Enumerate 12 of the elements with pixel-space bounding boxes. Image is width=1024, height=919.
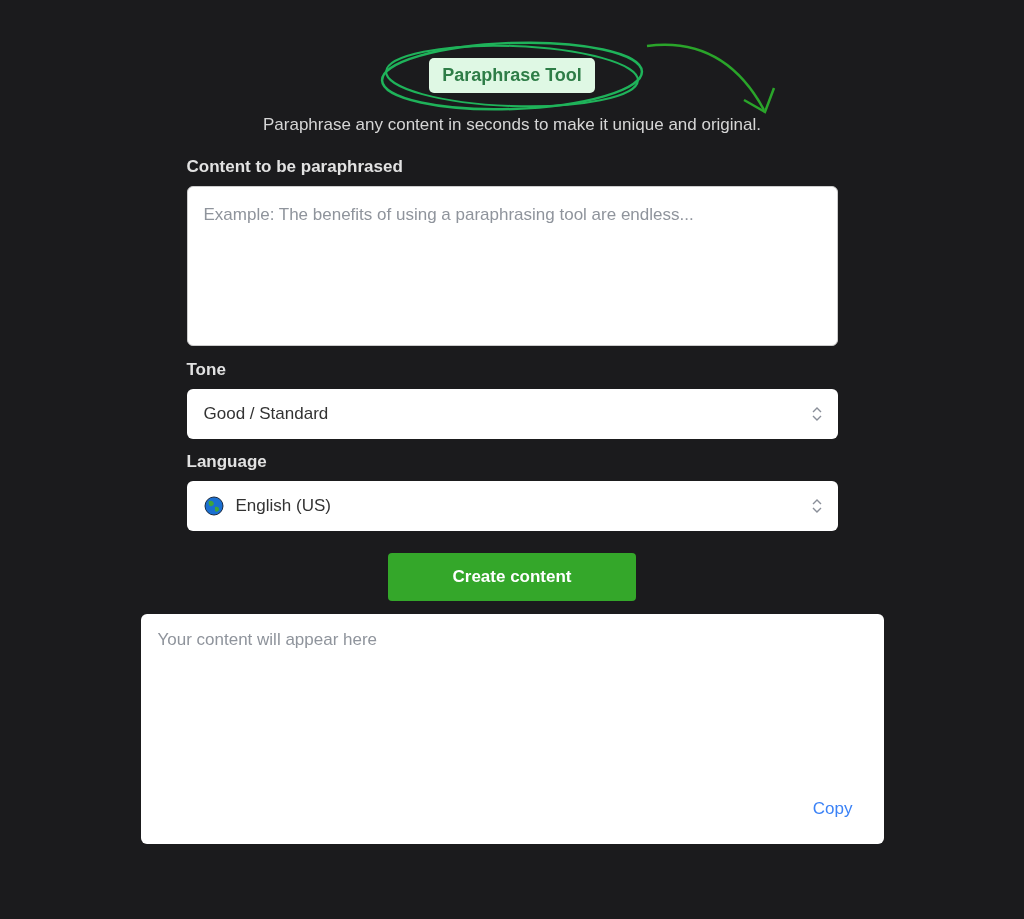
copy-link[interactable]: Copy	[812, 799, 853, 819]
content-input-field[interactable]: Example: The benefits of using a paraphrasing tool are endless...	[186, 186, 838, 346]
field-label: Tone	[186, 360, 227, 380]
chevron-up-down-icon	[811, 498, 822, 514]
subtitle: Paraphrase any content in seconds to make it unique and original.	[262, 115, 761, 135]
language-select[interactable]: English (US)	[186, 481, 838, 531]
tone-select[interactable]: Good / Standard	[186, 389, 838, 439]
tool-badge: Paraphrase Tool	[429, 58, 595, 93]
field-label: Language	[186, 452, 268, 472]
globe-icon	[203, 496, 224, 516]
field-label: Content to be paraphrased	[186, 157, 404, 177]
chevron-up-down-icon	[811, 406, 822, 422]
